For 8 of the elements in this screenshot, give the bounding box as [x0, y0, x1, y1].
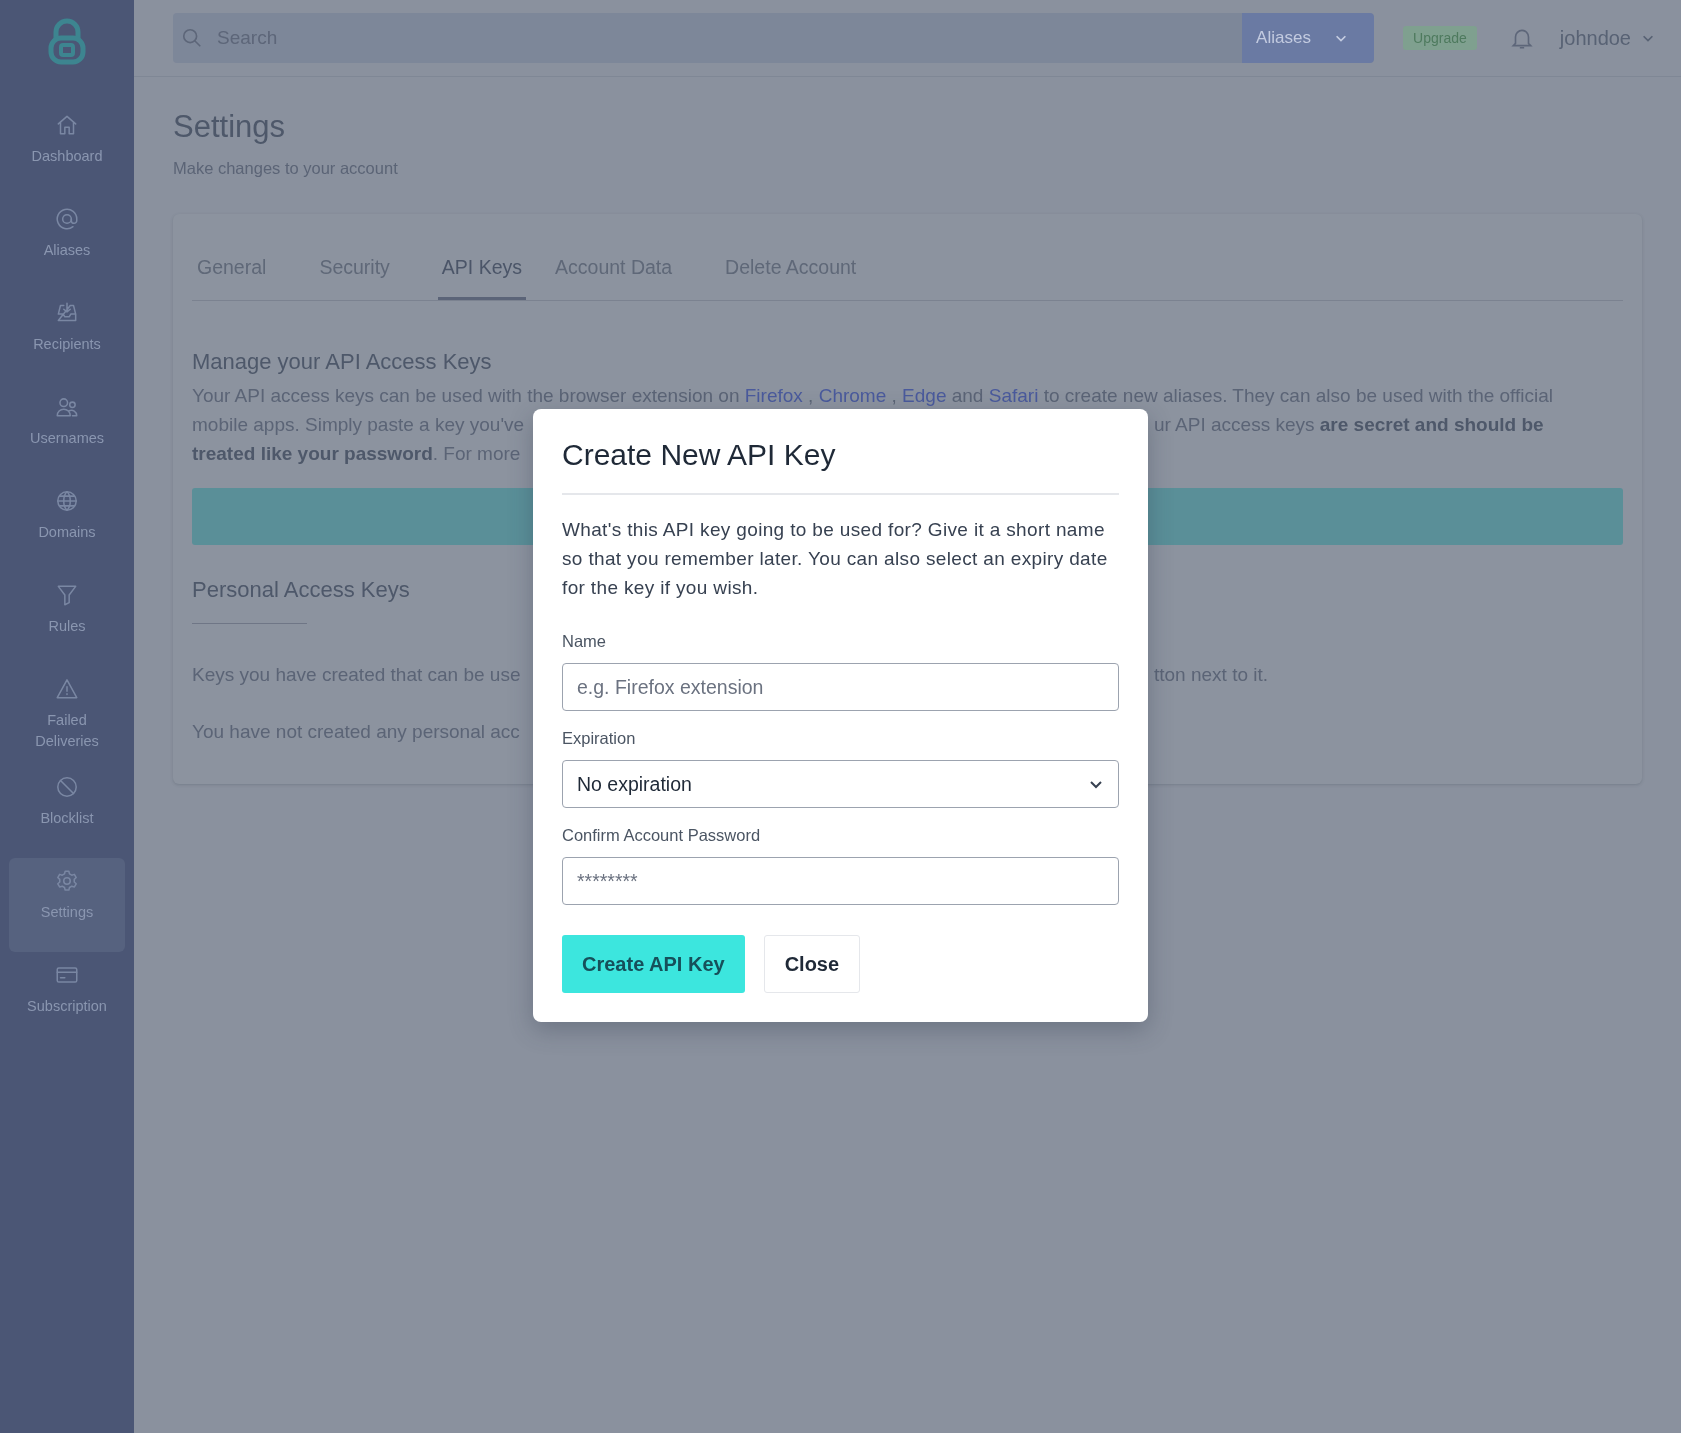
field-label: Name [562, 632, 607, 651]
dialog-description: What's this API key going to be used for? Give it a short name so that you remember later. You can also select an expiry date for the key if you wish. [562, 518, 1109, 600]
page-title: Settings [173, 108, 286, 146]
section-heading: Manage your API Access Keys [192, 348, 492, 376]
section-heading: Personal Access Keys [192, 576, 410, 604]
dialog-title: Create New API Key [562, 435, 1119, 495]
field-label: Confirm Account Password [562, 826, 762, 845]
field-label: Expiration [562, 729, 637, 748]
